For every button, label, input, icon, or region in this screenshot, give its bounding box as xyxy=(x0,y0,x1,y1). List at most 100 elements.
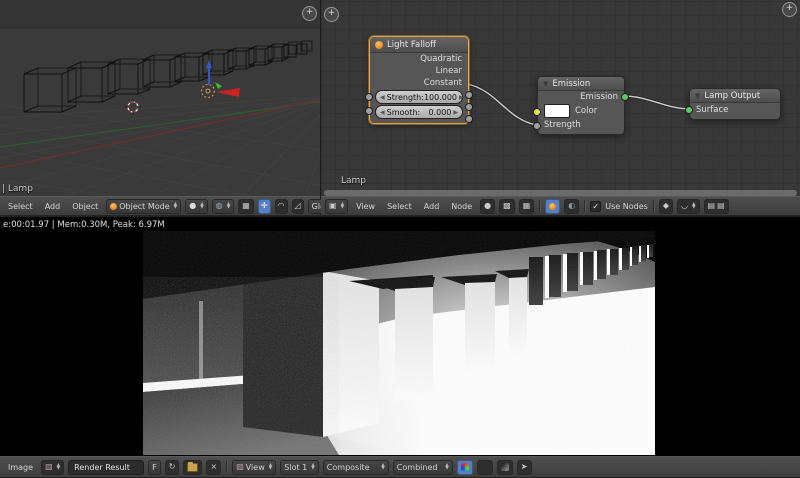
slot-dropdown[interactable]: Slot 1 ▲ ▼ xyxy=(280,459,319,475)
smooth-slider[interactable]: ◀ Smooth: 0.000 ▶ xyxy=(375,105,463,119)
slider-value: 100.000 xyxy=(423,92,458,102)
dropdown-arrows-icon: ▲▼ xyxy=(173,201,178,210)
image-name-field[interactable]: Render Result xyxy=(68,459,145,475)
menu-object[interactable]: Object xyxy=(68,201,102,212)
view-dropdown[interactable]: ▨ View ▲ ▼ xyxy=(232,459,277,475)
image-editor[interactable]: e:00:01.97 | Mem:0.30M, Peak: 6.97M Imag… xyxy=(0,217,800,478)
slider-label: Strength: xyxy=(386,92,424,102)
tree-type-compositing-button[interactable]: ▩ xyxy=(499,198,515,214)
lamp-data-icon xyxy=(549,202,557,210)
shader-context-world-button[interactable]: ◐ xyxy=(564,198,580,214)
render-pass-dropdown[interactable]: Combined ▲ ▼ xyxy=(392,459,453,475)
menu-view[interactable]: View xyxy=(352,201,379,212)
mode-dropdown[interactable]: Object Mode ▲ ▼ xyxy=(106,198,182,214)
color-swatch[interactable] xyxy=(544,104,570,118)
node-editor[interactable]: + + Light Falloff Quadratic Linear Const… xyxy=(321,0,800,216)
socket-emission-out[interactable] xyxy=(621,93,629,101)
socket-strength-in[interactable] xyxy=(365,93,373,101)
menu-image[interactable]: Image xyxy=(4,462,37,473)
channel-alpha-button[interactable] xyxy=(496,459,513,475)
dropdown-arrows-icon: ▲▼ xyxy=(200,201,204,210)
node-header[interactable]: ▼ Lamp Output xyxy=(690,89,780,103)
menu-select[interactable]: Select xyxy=(383,201,416,212)
slider-right-arrow-icon[interactable]: ▶ xyxy=(453,109,458,116)
socket-smooth-in[interactable] xyxy=(365,107,373,115)
menu-select[interactable]: Select xyxy=(4,201,37,212)
viewport-3d-canvas[interactable] xyxy=(0,0,320,198)
input-strength: Strength xyxy=(544,120,581,130)
node-header[interactable]: ▼ Emission xyxy=(538,77,624,91)
socket-color-in[interactable] xyxy=(533,108,541,116)
slider-right-arrow-icon[interactable]: ▶ xyxy=(459,94,464,101)
pivot-dropdown[interactable]: ◍ ▲ ▼ xyxy=(211,198,235,214)
shading-dropdown[interactable]: ● ▲ ▼ xyxy=(185,198,208,214)
snap-toggle[interactable]: ◡ ▲ ▼ xyxy=(676,198,700,214)
scale-manipulator-icon: ◿ xyxy=(294,201,301,210)
menu-add[interactable]: Add xyxy=(420,201,444,212)
pin-toggle[interactable]: ◆ xyxy=(658,198,673,214)
compositing-icon: ▩ xyxy=(503,201,511,210)
region-expand-icon[interactable]: + xyxy=(324,7,339,22)
node-header[interactable]: Light Falloff xyxy=(370,37,468,53)
snap-toggle[interactable]: ▦ xyxy=(238,198,254,214)
slider-left-arrow-icon[interactable]: ◀ xyxy=(380,94,385,101)
socket-strength-in[interactable] xyxy=(533,122,541,130)
channel-rgba-button[interactable] xyxy=(476,459,493,475)
unlink-button[interactable]: × xyxy=(206,459,222,475)
sample-tool-button[interactable]: ➤ xyxy=(516,459,532,475)
region-expand-icon[interactable]: + xyxy=(302,6,317,21)
socket-quadratic-out[interactable] xyxy=(465,91,473,99)
slider-value: 0.000 xyxy=(428,107,452,117)
slider-left-arrow-icon[interactable]: ◀ xyxy=(380,109,385,116)
menu-node[interactable]: Node xyxy=(447,201,476,212)
socket-constant-out[interactable] xyxy=(465,115,473,123)
cursor-icon: ➤ xyxy=(520,462,528,471)
fake-user-button[interactable]: F xyxy=(148,459,161,475)
manipulator-scale-toggle[interactable]: ◿ xyxy=(291,198,304,214)
collapse-triangle-icon[interactable]: ▼ xyxy=(543,80,548,88)
open-image-button[interactable] xyxy=(183,459,203,475)
socket-surface-in[interactable] xyxy=(685,106,693,114)
output-linear: Linear xyxy=(435,66,462,76)
channel-rgb-button[interactable] xyxy=(456,459,473,475)
blender-window: + | Lamp Select Add Object Object Mode ▲… xyxy=(0,0,800,478)
dropdown-arrows-icon: ▲▼ xyxy=(340,201,345,210)
use-nodes-checkbox[interactable]: ✓ xyxy=(590,200,602,212)
render-layer-label: Composite xyxy=(326,462,370,472)
collapse-triangle-icon[interactable]: ▼ xyxy=(695,92,700,100)
render-layer-dropdown[interactable]: Composite ▲ ▼ xyxy=(322,459,389,475)
manipulator-translate-toggle[interactable]: ✛ xyxy=(257,198,271,214)
render-stats: e:00:01.97 | Mem:0.30M, Peak: 6.97M xyxy=(3,220,165,230)
image-icon: ▨ xyxy=(236,462,244,471)
strength-slider[interactable]: ◀ Strength: 100.000 ▶ xyxy=(375,90,464,104)
render-pass-label: Combined xyxy=(396,462,438,472)
editor-type-dropdown[interactable]: ▣ ▲ ▼ xyxy=(325,198,349,214)
socket-linear-out[interactable] xyxy=(465,103,473,111)
translate-manipulator-icon: ✛ xyxy=(260,201,268,210)
dropdown-arrows-icon: ▲▼ xyxy=(445,462,449,471)
dropdown-arrows-icon: ▲▼ xyxy=(226,201,231,210)
node-light-falloff[interactable]: Light Falloff Quadratic Linear Constant … xyxy=(365,36,473,124)
copy-node-group-buttons[interactable]: ▤ ▤ xyxy=(703,198,729,214)
viewport-3d[interactable]: + | Lamp Select Add Object Object Mode ▲… xyxy=(0,0,413,216)
world-icon: ◐ xyxy=(568,201,576,210)
refresh-button[interactable]: ↻ xyxy=(164,459,180,475)
tree-type-texture-button[interactable]: ▦ xyxy=(518,198,535,214)
manipulator-rotate-toggle[interactable]: ◠ xyxy=(274,198,288,214)
shader-context-lamp-button[interactable] xyxy=(545,198,561,214)
output-quadratic: Quadratic xyxy=(420,54,462,64)
close-icon: × xyxy=(210,462,218,471)
viewport-shading-icon: ● xyxy=(189,201,197,210)
slider-label: Smooth: xyxy=(386,107,421,117)
menu-add[interactable]: Add xyxy=(41,201,65,212)
lamp-icon xyxy=(375,40,383,49)
region-expand-icon[interactable]: + xyxy=(782,2,797,17)
node-title: Lamp Output xyxy=(704,90,761,101)
image-browse-dropdown[interactable]: ▨ ▲ ▼ xyxy=(41,459,65,475)
pin-icon: ◆ xyxy=(662,201,669,210)
node-emission[interactable]: ▼ Emission Emission Color Strength xyxy=(533,76,629,135)
node-lamp-output[interactable]: ▼ Lamp Output Surface xyxy=(685,88,781,120)
tree-type-shader-button[interactable]: ● xyxy=(480,198,496,214)
dropdown-arrows-icon: ▲▼ xyxy=(268,462,273,471)
object-mode-icon xyxy=(110,202,118,210)
